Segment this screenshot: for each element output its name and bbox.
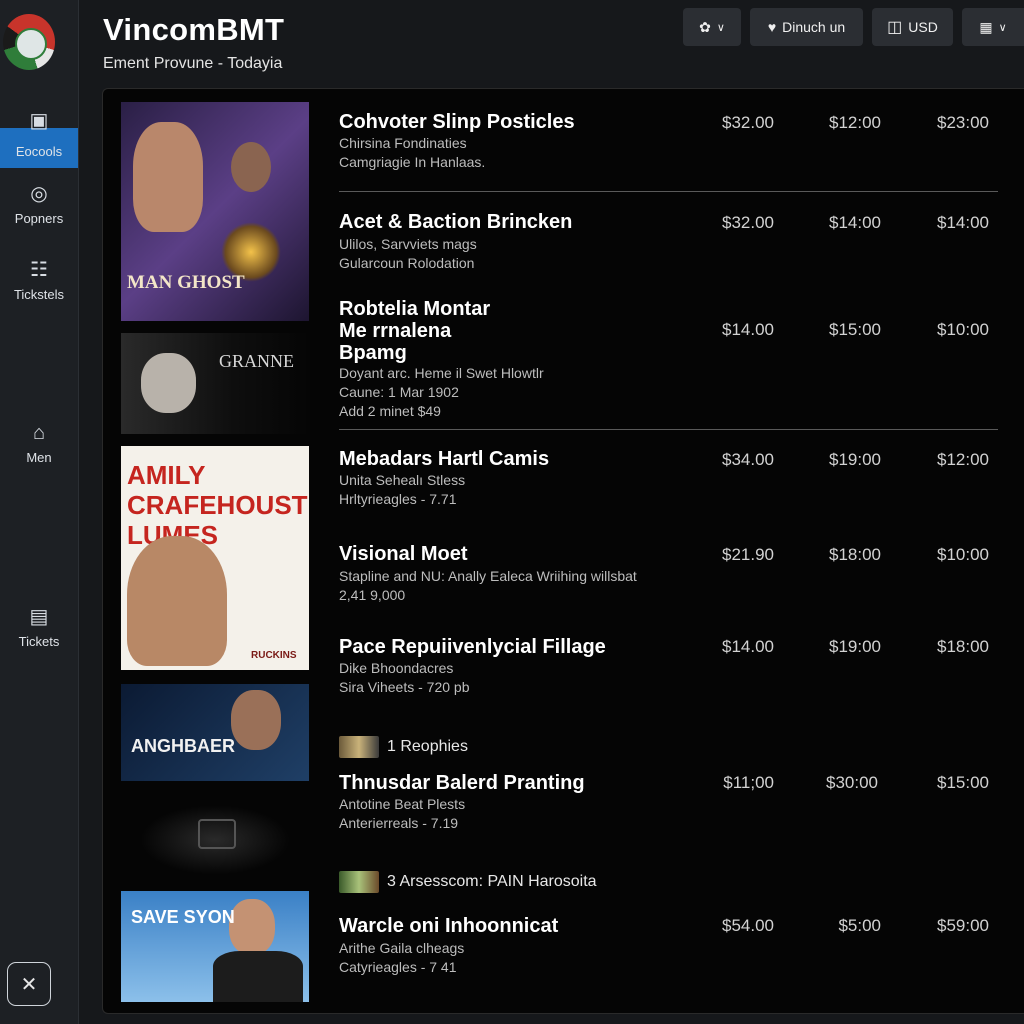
price-2: $18:00 — [829, 545, 881, 564]
listing-title[interactable]: Visional Moet — [339, 543, 468, 565]
poster-title: ANGHBAER — [131, 736, 236, 756]
listing-details: Doyant arc. Heme il Swet Hlowtlr Caune: … — [339, 365, 544, 419]
grid-menu-button[interactable]: ▦ ∨ — [962, 8, 1024, 46]
price-2: $5:00 — [838, 916, 881, 935]
price-1: $54.00 — [722, 916, 774, 935]
poster-amily[interactable]: AMILY CRAFEHOUST LUMES RUCKINS — [121, 446, 309, 670]
price-1: $32.00 — [722, 113, 774, 132]
poster-man-ghost[interactable]: MAN GHOST — [121, 102, 309, 321]
poster-title: AMILY CRAFEHOUST LUMES — [127, 460, 308, 550]
exit-icon: ✕ — [20, 973, 38, 996]
listing-details: Chirsina Fondinaties Camgriagie In Hanla… — [339, 135, 486, 170]
language-dropdown[interactable]: ✿ ∨ — [683, 8, 741, 46]
screening-thumbnail — [339, 871, 379, 893]
flag-icon: ✿ — [699, 18, 711, 35]
trophy-thumbnail — [339, 736, 379, 758]
listing-title[interactable]: Mebadars Hartl Camis — [339, 448, 549, 470]
poster-save-syon[interactable]: SAVE SYON — [121, 891, 309, 1002]
price-2: $14:00 — [829, 213, 881, 232]
user-menu-button[interactable]: ♥ Dinuch un — [750, 8, 863, 46]
app-title: VincomBMT — [103, 12, 285, 47]
sidebar-item-label: Men — [26, 450, 52, 465]
chevron-down-icon: ∨ — [998, 21, 1007, 34]
screening-row[interactable]: 3 Arsesscom: PAIN Harosoita — [339, 871, 597, 893]
app-logo — [3, 14, 55, 70]
sidebar-item-label: Popners — [14, 211, 64, 226]
price-1: $21.90 — [722, 545, 774, 564]
app-subtitle: Ement Provune - Todayia — [103, 55, 283, 72]
price-2: $19:00 — [829, 637, 881, 656]
sidebar-item-label: Eocools — [15, 144, 63, 159]
poster-anghbaer[interactable]: ANGHBAER — [121, 684, 309, 781]
listing-title[interactable]: Robtelia Montar Me rrnalena Bpamg — [339, 298, 490, 364]
listing-details: Arithe Gaila clheags Catyrieagles - 7 41 — [339, 940, 465, 975]
price-3: $23:00 — [937, 113, 989, 132]
exit-button[interactable]: ✕ — [7, 962, 51, 1006]
price-1: $14.00 — [722, 320, 774, 339]
price-3: $59:00 — [937, 916, 989, 935]
listing-title[interactable]: Thnusdar Balerd Pranting — [339, 772, 585, 794]
poster-title: SAVE SYON — [131, 907, 235, 927]
row-divider — [339, 191, 998, 192]
user-circle-icon: ◎ — [30, 183, 48, 205]
laptop-icon: ▣ — [29, 110, 49, 132]
ticket-icon: ▤ — [29, 606, 49, 628]
row-divider — [339, 429, 998, 430]
price-1: $32.00 — [722, 213, 774, 232]
chevron-down-icon: ∨ — [716, 21, 725, 34]
poster-subtitle: RUCKINS — [251, 650, 297, 661]
price-3: $10:00 — [937, 320, 989, 339]
price-2: $15:00 — [829, 320, 881, 339]
user-label: Dinuch un — [782, 19, 846, 35]
listing-title[interactable]: Warcle oni Inhoonnicat — [339, 915, 558, 937]
price-1: $34.00 — [722, 450, 774, 469]
barcode-icon: ☷ — [30, 259, 48, 281]
price-3: $12:00 — [937, 450, 989, 469]
studio-logo-image — [140, 805, 290, 875]
price-3: $18:00 — [937, 637, 989, 656]
sidebar-item-eocools[interactable]: ▣ Eocools — [0, 110, 78, 159]
poster-granne[interactable]: GRANNE — [121, 333, 309, 434]
listing-details: Antotine Beat Plests Anterierreals - 7.1… — [339, 796, 466, 831]
sidebar-item-popners[interactable]: ◎ Popners — [0, 183, 78, 226]
price-2: $12:00 — [829, 113, 881, 132]
home-icon: ⌂ — [32, 422, 46, 444]
heart-icon: ♥ — [767, 19, 777, 35]
wallet-icon: ◫ — [887, 19, 903, 36]
price-3: $10:00 — [937, 545, 989, 564]
listing-details: Stapline and NU: Anally Ealeca Wriihing … — [339, 568, 637, 603]
sidebar-item-tickets[interactable]: ▤ Tickets — [0, 606, 78, 649]
currency-label: USD — [908, 19, 938, 35]
listing-title[interactable]: Acet & Baction Brincken — [339, 211, 572, 233]
listing-title[interactable]: Cohvoter Slinp Posticles — [339, 111, 575, 133]
price-2: $30:00 — [826, 773, 878, 792]
listing-details: Unita Sehealı Stless Hrltyrieagles - 7.7… — [339, 472, 466, 507]
price-1: $11;00 — [723, 773, 774, 792]
price-3: $15:00 — [937, 773, 989, 792]
sidebar-item-label: Tickets — [18, 634, 60, 649]
sidebar-item-men[interactable]: ⌂ Men — [0, 422, 78, 465]
poster-title: MAN GHOST — [127, 272, 245, 293]
listing-details: Ulilos, Sarvviets mags Gularcoun Rolodat… — [339, 236, 477, 271]
poster-title: GRANNE — [219, 351, 294, 371]
listing-details: Dike Bhoondacres Sira Viheets - 720 pb — [339, 660, 470, 695]
trophies-label: 1 Reophies — [387, 738, 468, 755]
grid-icon: ▦ — [979, 18, 993, 35]
currency-button[interactable]: ◫ USD — [872, 8, 953, 46]
screening-label: 3 Arsesscom: PAIN Harosoita — [387, 873, 597, 890]
sidebar-item-tickstels[interactable]: ☷ Tickstels — [0, 259, 78, 302]
trophies-row[interactable]: 1 Reophies — [339, 736, 468, 758]
sidebar: ▣ Eocools ◎ Popners ☷ Tickstels ⌂ Men ▤ … — [0, 0, 79, 1024]
price-2: $19:00 — [829, 450, 881, 469]
price-1: $14.00 — [722, 637, 774, 656]
listing-title[interactable]: Pace Repuiivenlycial Fillage — [339, 636, 606, 658]
sidebar-item-label: Tickstels — [13, 287, 65, 302]
price-3: $14:00 — [937, 213, 989, 232]
